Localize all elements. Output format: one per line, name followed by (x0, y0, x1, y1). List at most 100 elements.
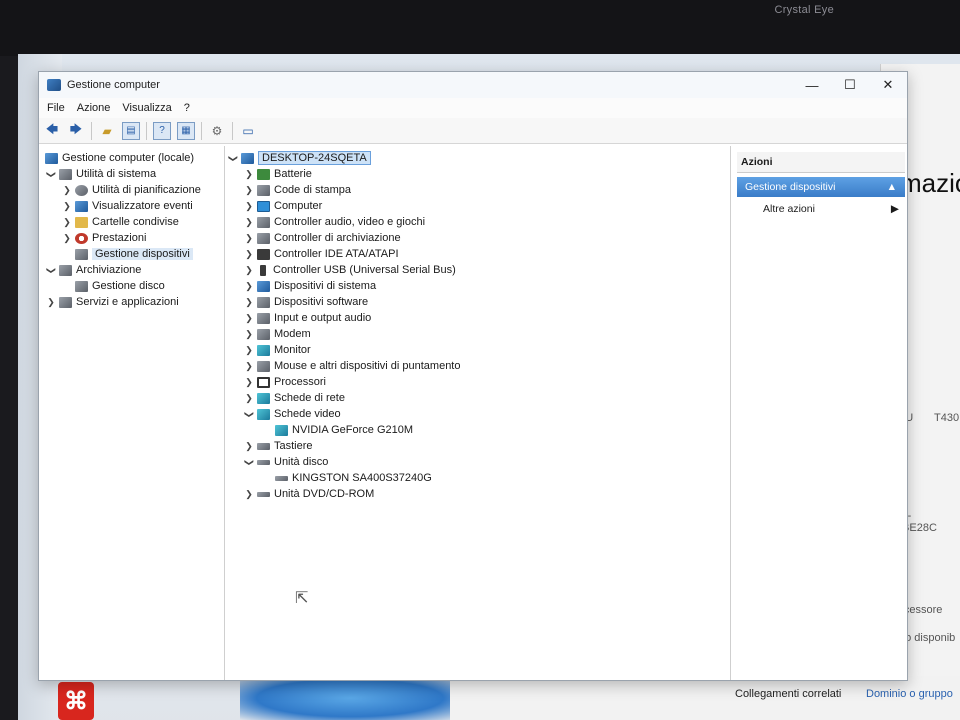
chevron-down-icon[interactable]: ❯ (228, 152, 239, 164)
usb-icon (260, 264, 266, 276)
category-label: Processori (274, 376, 326, 388)
tree-event-viewer[interactable]: ❯ Visualizzatore eventi (39, 198, 224, 214)
chevron-right-icon[interactable]: ❯ (243, 169, 255, 180)
chevron-right-icon[interactable]: ❯ (243, 233, 255, 244)
category-label: Computer (274, 200, 323, 212)
device-category[interactable]: ❯ Controller IDE ATA/ATAPI (225, 246, 730, 262)
chevron-right-icon[interactable]: ❯ (243, 185, 255, 196)
device-category[interactable]: ❯ Batterie (225, 166, 730, 182)
event-viewer-icon (75, 200, 88, 212)
more-actions[interactable]: Altre azioni ▶ (737, 197, 905, 215)
chevron-right-icon[interactable]: ❯ (243, 313, 255, 324)
menu-help[interactable]: ? (184, 102, 190, 114)
tree-performance[interactable]: ❯ Prestazioni (39, 230, 224, 246)
tree-label: Archiviazione (76, 264, 142, 276)
category-label: Controller IDE ATA/ATAPI (274, 248, 399, 260)
chevron-right-icon[interactable]: ❯ (243, 329, 255, 340)
device-item[interactable]: KINGSTON SA400S37240G (225, 470, 730, 486)
menu-action[interactable]: Azione (77, 102, 111, 114)
chevron-down-icon[interactable]: ❯ (244, 456, 255, 468)
back-arrow-icon[interactable]: 🡄 (43, 122, 61, 140)
tree-services[interactable]: ❯ Servizi e applicazioni (39, 294, 224, 310)
tree-device-manager[interactable]: Gestione dispositivi (39, 246, 224, 262)
close-button[interactable]: ✕ (869, 72, 907, 98)
chevron-right-icon[interactable]: ❯ (243, 281, 255, 292)
battery-icon (257, 168, 270, 180)
chevron-right-icon[interactable]: ❯ (61, 185, 73, 196)
device-category[interactable]: ❯ Schede video (225, 406, 730, 422)
device-category[interactable]: ❯ Unità DVD/CD-ROM (225, 486, 730, 502)
device-category[interactable]: ❯ Dispositivi software (225, 294, 730, 310)
chevron-right-icon[interactable]: ❯ (243, 249, 255, 260)
collapse-icon[interactable]: ▲ (887, 181, 897, 193)
device-category[interactable]: ❯ Controller audio, video e giochi (225, 214, 730, 230)
device-category[interactable]: ❯ Controller di archiviazione (225, 230, 730, 246)
disk-drive-icon (257, 459, 270, 465)
device-category[interactable]: ❯ Schede di rete (225, 390, 730, 406)
toolbar-separator (146, 121, 147, 140)
category-label: Controller audio, video e giochi (274, 216, 426, 228)
actions-section[interactable]: Gestione dispositivi ▲ (737, 177, 905, 197)
background-heading: mazio (900, 168, 960, 198)
scan-hardware-icon[interactable]: ⚙ (208, 122, 226, 140)
pdf-app-icon[interactable]: ⌘ (58, 682, 94, 720)
properties-icon[interactable]: ▦ (177, 121, 195, 140)
chevron-right-icon[interactable]: ❯ (243, 201, 255, 212)
toolbar-separator (201, 121, 202, 140)
device-category[interactable]: ❯ Input e output audio (225, 310, 730, 326)
tree-label: Gestione disco (92, 280, 165, 292)
tree-storage[interactable]: ❯ Archiviazione (39, 262, 224, 278)
maximize-button[interactable]: ☐ (831, 72, 869, 98)
show-hide-tree-icon[interactable]: ▤ (122, 121, 140, 140)
chevron-right-icon[interactable]: ❯ (243, 265, 255, 276)
chevron-right-icon[interactable]: ❯ (61, 201, 73, 212)
minimize-button[interactable]: — (793, 72, 831, 98)
chevron-right-icon[interactable]: ❯ (243, 297, 255, 308)
device-category[interactable]: ❯ Processori (225, 374, 730, 390)
device-root[interactable]: ❯ DESKTOP-24SQETA (225, 150, 730, 166)
device-category[interactable]: ❯ Controller USB (Universal Serial Bus) (225, 262, 730, 278)
device-category[interactable]: ❯ Modem (225, 326, 730, 342)
computer-icon (45, 152, 58, 164)
chevron-right-icon[interactable]: ❯ (61, 217, 73, 228)
chevron-right-icon[interactable]: ❯ (243, 377, 255, 388)
tree-root[interactable]: Gestione computer (locale) (39, 150, 224, 166)
chevron-right-icon[interactable]: ❯ (243, 393, 255, 404)
tools-icon (59, 168, 72, 180)
forward-arrow-icon[interactable]: 🡆 (67, 122, 85, 140)
console-tree: Gestione computer (locale) ❯ Utilità di … (39, 146, 225, 680)
monitor-icon[interactable]: ▭ (239, 122, 257, 140)
chevron-down-icon[interactable]: ❯ (244, 408, 255, 420)
device-category[interactable]: ❯ Computer (225, 198, 730, 214)
chevron-right-icon[interactable]: ❯ (243, 217, 255, 228)
device-category[interactable]: ❯ Monitor (225, 342, 730, 358)
menu-file[interactable]: File (47, 102, 65, 114)
chevron-right-icon[interactable]: ❯ (243, 441, 255, 452)
tree-label: Servizi e applicazioni (76, 296, 179, 308)
display-adapter-icon (257, 408, 270, 420)
title-bar[interactable]: Gestione computer — ☐ ✕ (39, 72, 907, 98)
chevron-right-icon[interactable]: ❯ (45, 297, 57, 308)
chevron-right-icon[interactable]: ❯ (61, 233, 73, 244)
tree-scheduler[interactable]: ❯ Utilità di pianificazione (39, 182, 224, 198)
chevron-down-icon[interactable]: ❯ (46, 264, 57, 276)
domain-link[interactable]: Dominio o gruppo (866, 688, 953, 700)
device-category[interactable]: ❯ Dispositivi di sistema (225, 278, 730, 294)
help-icon[interactable]: ? (153, 121, 171, 140)
tree-system-tools[interactable]: ❯ Utilità di sistema (39, 166, 224, 182)
chevron-right-icon[interactable]: ❯ (243, 345, 255, 356)
device-category[interactable]: ❯ Tastiere (225, 438, 730, 454)
tree-label: Visualizzatore eventi (92, 200, 193, 212)
up-folder-icon[interactable]: ▰ (98, 122, 116, 140)
tree-disk-management[interactable]: Gestione disco (39, 278, 224, 294)
device-item[interactable]: NVIDIA GeForce G210M (225, 422, 730, 438)
menu-view[interactable]: Visualizza (122, 102, 171, 114)
device-category[interactable]: ❯ Mouse e altri dispositivi di puntamento (225, 358, 730, 374)
device-category[interactable]: ❯ Unità disco (225, 454, 730, 470)
chevron-right-icon[interactable]: ❯ (243, 361, 255, 372)
chevron-right-icon[interactable]: ❯ (243, 489, 255, 500)
tree-shared-folders[interactable]: ❯ Cartelle condivise (39, 214, 224, 230)
laptop-bezel: Crystal Eye (0, 0, 960, 56)
device-category[interactable]: ❯ Code di stampa (225, 182, 730, 198)
chevron-down-icon[interactable]: ❯ (46, 168, 57, 180)
